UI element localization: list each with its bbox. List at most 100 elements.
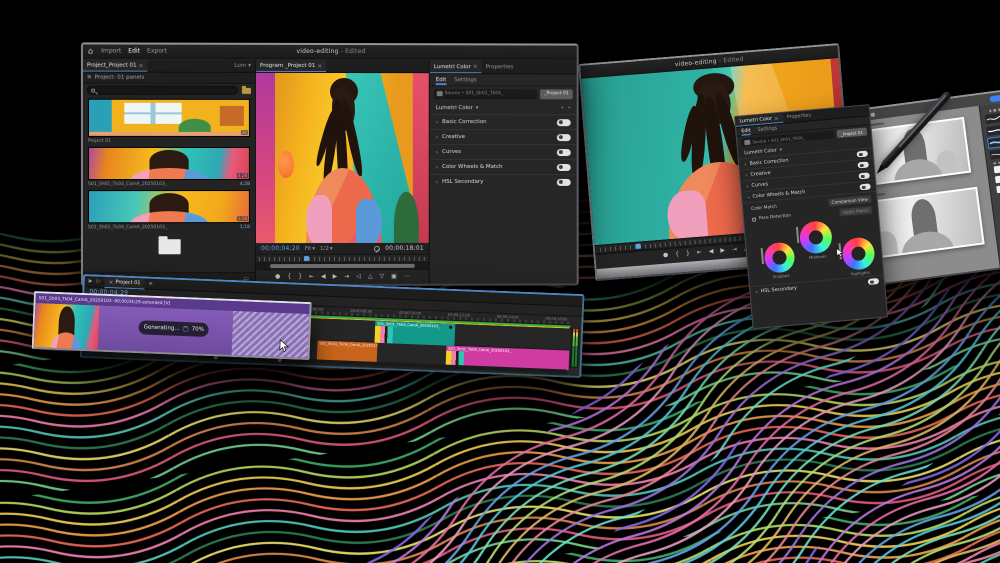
source-field[interactable]: Source • S01_Sh01_Tk04_: [434, 89, 538, 99]
clip-chip[interactable]: _Project 01: [837, 127, 868, 138]
panel-menu-icon[interactable]: ≡: [148, 281, 152, 287]
step-back-button[interactable]: ◀: [709, 249, 714, 255]
fit-dropdown[interactable]: Fit▾: [305, 246, 315, 252]
audio-meters: [570, 328, 580, 368]
shadows-slider[interactable]: [761, 248, 764, 264]
add-marker-button[interactable]: ●: [663, 252, 669, 258]
section-hsl-secondary[interactable]: › HSL Secondary: [430, 174, 577, 189]
timeline-clip-teal[interactable]: S01_Sh01_Tk04_CamA_20250103_: [374, 321, 455, 346]
fx-icon[interactable]: •: [561, 105, 564, 111]
bypass-icon[interactable]: •: [568, 105, 571, 111]
section-toggle[interactable]: [858, 172, 869, 179]
subtab-edit[interactable]: Edit: [741, 128, 751, 134]
brush-preset[interactable]: [984, 111, 1000, 123]
section-toggle[interactable]: [557, 119, 571, 126]
mark-out-button[interactable]: }: [298, 274, 302, 280]
clip-chip[interactable]: _Project 01: [540, 89, 573, 99]
toolbar-icon[interactable]: [871, 112, 875, 116]
duration-timecode: 00;00;18;01: [385, 245, 424, 252]
go-to-out-button[interactable]: ⇥: [732, 247, 737, 253]
mark-out-button[interactable]: }: [686, 251, 690, 257]
folder-icon[interactable]: [242, 87, 251, 93]
close-icon[interactable]: ×: [108, 279, 113, 286]
selection-tool-icon[interactable]: ▶: [89, 278, 93, 284]
preset-dropdown[interactable]: Lumetri Color ▾ ••: [430, 101, 577, 114]
lift-button[interactable]: △: [368, 274, 373, 280]
mark-in-button[interactable]: {: [675, 252, 679, 258]
tab-sequence[interactable]: × Project 01: [104, 276, 145, 289]
subtab-settings[interactable]: Settings: [454, 77, 476, 83]
section-toggle[interactable]: [857, 150, 868, 157]
close-icon[interactable]: ×: [473, 63, 478, 70]
play-button[interactable]: ▶: [720, 248, 725, 254]
chevron-right-icon: ›: [436, 134, 438, 141]
generating-clip[interactable]: S01_Sh03_Tk04_CamA_20250103 -00;00;04;29…: [32, 291, 312, 360]
playhead[interactable]: [636, 244, 641, 249]
shadows-wheel[interactable]: Shadows: [763, 241, 796, 274]
section-creative[interactable]: › Creative: [430, 129, 577, 144]
face-detection-checkbox[interactable]: [752, 217, 756, 221]
export-frame-button[interactable]: ▣: [391, 274, 397, 280]
color-swatch[interactable]: [994, 174, 1000, 184]
close-icon[interactable]: ×: [317, 62, 322, 69]
subject-figure: [256, 73, 429, 243]
extract-button[interactable]: ▽: [380, 274, 385, 280]
section-curves[interactable]: › Curves: [430, 144, 577, 159]
settings-button[interactable]: ⋯: [404, 274, 410, 280]
close-icon[interactable]: ×: [139, 62, 144, 69]
section-toggle[interactable]: [859, 183, 870, 190]
wrench-icon[interactable]: [374, 245, 380, 251]
brush-preset-selected[interactable]: [987, 135, 1000, 147]
section-toggle[interactable]: [868, 278, 879, 285]
section-toggle[interactable]: [557, 178, 571, 185]
close-icon[interactable]: ×: [774, 115, 780, 122]
playback-resolution-dropdown[interactable]: 1/2▾: [320, 245, 333, 251]
mark-in-button[interactable]: {: [287, 274, 291, 280]
section-toggle[interactable]: [557, 164, 571, 171]
section-toggle[interactable]: [557, 149, 571, 156]
midtones-slider[interactable]: [796, 227, 799, 243]
section-toggle[interactable]: [557, 134, 571, 141]
media-item[interactable]: 4k Project 01: [83, 97, 255, 145]
media-item[interactable]: 1;18 S01_Sh01_Tk04_CamA_20250103_1;18: [83, 188, 255, 231]
subtab-edit[interactable]: Edit: [436, 77, 447, 83]
playhead[interactable]: [304, 256, 309, 261]
play-button[interactable]: ▶: [333, 274, 338, 280]
chevron-down-icon: ▾: [476, 105, 479, 111]
tab-properties[interactable]: Properties: [482, 60, 518, 73]
go-to-in-button[interactable]: ⇤: [309, 274, 314, 280]
track-select-tool-icon[interactable]: ▷: [96, 279, 100, 285]
monitor-timebar[interactable]: [256, 254, 429, 263]
tab-lumetri-color[interactable]: Lumetri Color ×: [430, 60, 482, 73]
new-bin-folder-icon[interactable]: [158, 239, 180, 254]
go-to-in-button[interactable]: ⇤: [697, 250, 702, 256]
chevron-down-icon: ▾: [330, 245, 333, 251]
highlights-wheel[interactable]: Highlights: [841, 236, 876, 271]
tab-project[interactable]: Project_Project 01 ×: [83, 59, 148, 71]
step-forward-button[interactable]: ◁: [356, 274, 361, 280]
add-marker-button[interactable]: ●: [275, 274, 280, 280]
chevron-right-icon: ›: [436, 164, 438, 171]
subtab-settings[interactable]: Settings: [757, 126, 777, 133]
section-color-wheels[interactable]: › Color Wheels & Match: [430, 159, 577, 174]
brush-preset[interactable]: [989, 147, 1000, 159]
go-to-out-button[interactable]: ⇥: [344, 274, 349, 280]
menu-icon[interactable]: ≡: [87, 75, 92, 81]
step-back-button[interactable]: ◀: [321, 274, 326, 280]
midtones-wheel[interactable]: Midtones: [799, 220, 834, 255]
tab-lumetri-collapsed[interactable]: Lum ▾: [230, 60, 255, 72]
color-match-label: Color Match: [751, 205, 777, 212]
share-button[interactable]: [989, 94, 1000, 102]
section-basic-correction[interactable]: › Basic Correction: [430, 114, 577, 129]
color-swatch[interactable]: [996, 183, 1000, 193]
project-header: ≡ Project: 01 panels: [83, 73, 255, 84]
brush-preset[interactable]: [986, 123, 1000, 135]
media-item[interactable]: 4;28 S01_Sh01_Tk04_CamA_20250103_4;28: [83, 145, 255, 188]
monitor-scrollbar[interactable]: [256, 263, 429, 269]
color-swatch[interactable]: [993, 164, 1000, 174]
tab-program[interactable]: Program _Project 01 ×: [256, 60, 326, 72]
search-input[interactable]: [87, 86, 238, 95]
generated-extension-region: [232, 311, 310, 358]
section-toggle[interactable]: [858, 161, 869, 168]
apply-match-button[interactable]: Apply Match: [838, 205, 873, 217]
